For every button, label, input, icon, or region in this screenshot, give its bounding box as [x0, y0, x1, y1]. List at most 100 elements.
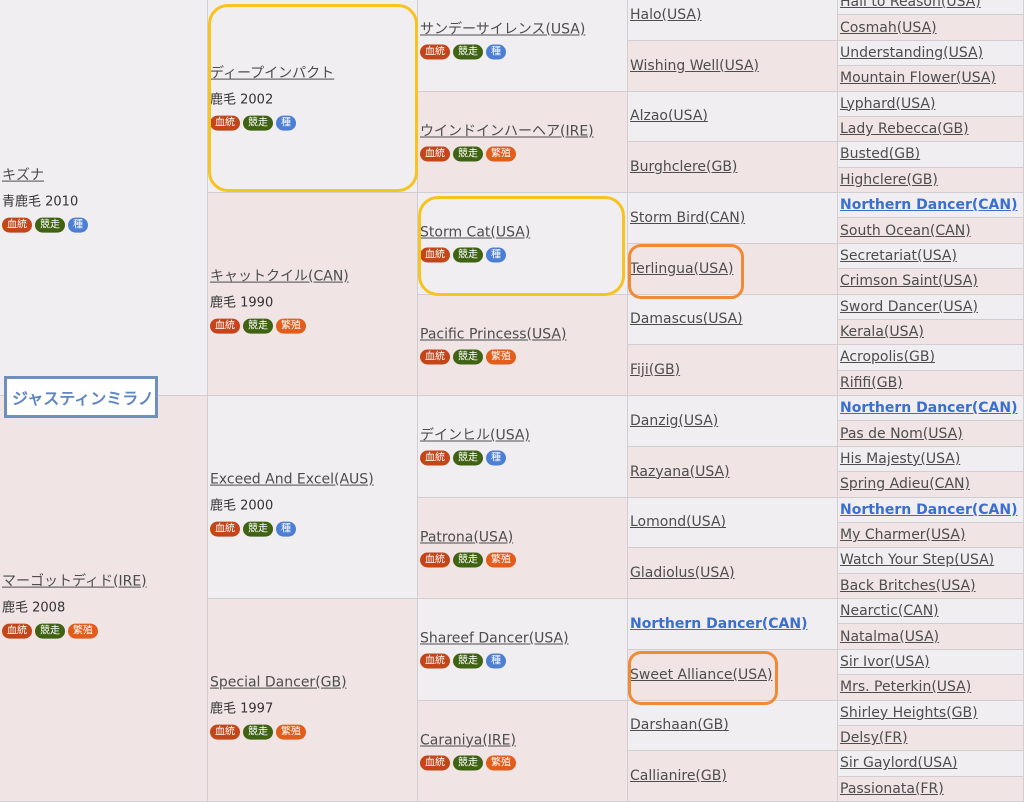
- race-badge[interactable]: 競走: [453, 248, 483, 263]
- seed-badge[interactable]: 種: [486, 451, 506, 466]
- blood-badge[interactable]: 血統: [2, 623, 32, 638]
- gen5-horse-link[interactable]: Pas de Nom(USA): [840, 425, 1021, 443]
- breed-badge[interactable]: 繁殖: [276, 319, 306, 334]
- blood-badge[interactable]: 血統: [420, 146, 450, 161]
- gen4-horse-link[interactable]: Razyana(USA): [630, 463, 835, 481]
- gen4-horse-link[interactable]: Halo(USA): [630, 6, 835, 24]
- gen4-horse-link[interactable]: Wishing Well(USA): [630, 57, 835, 75]
- race-badge[interactable]: 競走: [453, 349, 483, 364]
- breed-badge[interactable]: 繁殖: [486, 146, 516, 161]
- gen3-horse-link[interactable]: デインヒル(USA): [420, 427, 625, 445]
- race-badge[interactable]: 競走: [243, 116, 273, 131]
- gen5-horse-link[interactable]: South Ocean(CAN): [840, 222, 1021, 240]
- gen4-horse-link[interactable]: Alzao(USA): [630, 107, 835, 125]
- blood-badge[interactable]: 血統: [420, 552, 450, 567]
- gen5-horse-link[interactable]: Crimson Saint(USA): [840, 272, 1021, 290]
- gen5-horse-link[interactable]: Spring Adieu(CAN): [840, 475, 1021, 493]
- gen2-horse-link[interactable]: キャットクイル(CAN): [210, 268, 415, 286]
- race-badge[interactable]: 競走: [453, 146, 483, 161]
- race-badge[interactable]: 競走: [453, 451, 483, 466]
- gen5-horse-link[interactable]: Understanding(USA): [840, 44, 1021, 62]
- gen4-horse-link[interactable]: Storm Bird(CAN): [630, 209, 835, 227]
- blood-badge[interactable]: 血統: [420, 451, 450, 466]
- seed-badge[interactable]: 種: [68, 217, 88, 232]
- gen2-horse-link[interactable]: ディープインパクト: [210, 65, 415, 83]
- breed-badge[interactable]: 繁殖: [486, 755, 516, 770]
- gen5-horse-link[interactable]: Lyphard(USA): [840, 95, 1021, 113]
- gen4-horse-link[interactable]: Gladiolus(USA): [630, 564, 835, 582]
- gen4-horse-link[interactable]: Northern Dancer(CAN): [630, 615, 835, 633]
- gen5-horse-link[interactable]: Lady Rebecca(GB): [840, 120, 1021, 138]
- gen2-horse-link[interactable]: Special Dancer(GB): [210, 674, 415, 692]
- race-badge[interactable]: 競走: [453, 755, 483, 770]
- blood-badge[interactable]: 血統: [420, 248, 450, 263]
- gen4-horse-link[interactable]: Damascus(USA): [630, 310, 835, 328]
- gen5-horse-link[interactable]: Sir Gaylord(USA): [840, 754, 1021, 772]
- gen4-horse-link[interactable]: Lomond(USA): [630, 513, 835, 531]
- gen5-horse-link[interactable]: Sword Dancer(USA): [840, 298, 1021, 316]
- gen5-horse-link[interactable]: Hail to Reason(USA): [840, 0, 1021, 11]
- gen3-horse-link[interactable]: Pacific Princess(USA): [420, 325, 625, 343]
- gen5-horse-link[interactable]: My Charmer(USA): [840, 526, 1021, 544]
- gen3-horse-link[interactable]: Caraniya(IRE): [420, 731, 625, 749]
- race-badge[interactable]: 競走: [453, 654, 483, 669]
- race-badge[interactable]: 競走: [453, 552, 483, 567]
- breed-badge[interactable]: 繁殖: [486, 349, 516, 364]
- breed-badge[interactable]: 繁殖: [276, 725, 306, 740]
- blood-badge[interactable]: 血統: [420, 45, 450, 60]
- gen4-horse-link[interactable]: Burghclere(GB): [630, 158, 835, 176]
- gen4-horse-link[interactable]: Sweet Alliance(USA): [630, 666, 835, 684]
- gen4-horse-link[interactable]: Callianire(GB): [630, 767, 835, 785]
- gen5-horse-link[interactable]: Northern Dancer(CAN): [840, 501, 1021, 519]
- race-badge[interactable]: 競走: [35, 217, 65, 232]
- blood-badge[interactable]: 血統: [210, 319, 240, 334]
- gen5-horse-link[interactable]: Busted(GB): [840, 145, 1021, 163]
- blood-badge[interactable]: 血統: [210, 522, 240, 537]
- gen5-horse-link[interactable]: Natalma(USA): [840, 628, 1021, 646]
- race-badge[interactable]: 競走: [243, 319, 273, 334]
- gen5-horse-link[interactable]: Shirley Heights(GB): [840, 704, 1021, 722]
- blood-badge[interactable]: 血統: [2, 217, 32, 232]
- breed-badge[interactable]: 繁殖: [68, 623, 98, 638]
- gen5-horse-link[interactable]: Delsy(FR): [840, 729, 1021, 747]
- gen3-horse-link[interactable]: ウインドインハーヘア(IRE): [420, 122, 625, 140]
- gen1-horse-link[interactable]: マーゴットディド(IRE): [2, 572, 205, 590]
- gen5-horse-link[interactable]: Northern Dancer(CAN): [840, 196, 1021, 214]
- race-badge[interactable]: 競走: [453, 45, 483, 60]
- gen5-horse-link[interactable]: Kerala(USA): [840, 323, 1021, 341]
- race-badge[interactable]: 競走: [243, 725, 273, 740]
- blood-badge[interactable]: 血統: [420, 755, 450, 770]
- gen5-horse-link[interactable]: Northern Dancer(CAN): [840, 399, 1021, 417]
- gen3-horse-link[interactable]: Patrona(USA): [420, 528, 625, 546]
- gen4-horse-link[interactable]: Danzig(USA): [630, 412, 835, 430]
- gen2-horse-link[interactable]: Exceed And Excel(AUS): [210, 471, 415, 489]
- gen5-horse-link[interactable]: Acropolis(GB): [840, 348, 1021, 366]
- breed-badge[interactable]: 繁殖: [486, 552, 516, 567]
- gen5-horse-link[interactable]: Rififi(GB): [840, 374, 1021, 392]
- blood-badge[interactable]: 血統: [210, 116, 240, 131]
- gen5-horse-link[interactable]: His Majesty(USA): [840, 450, 1021, 468]
- gen5-horse-link[interactable]: Back Britches(USA): [840, 577, 1021, 595]
- seed-badge[interactable]: 種: [276, 522, 296, 537]
- gen5-horse-link[interactable]: Cosmah(USA): [840, 19, 1021, 37]
- blood-badge[interactable]: 血統: [210, 725, 240, 740]
- race-badge[interactable]: 競走: [243, 522, 273, 537]
- gen5-horse-link[interactable]: Sir Ivor(USA): [840, 653, 1021, 671]
- gen5-horse-link[interactable]: Highclere(GB): [840, 171, 1021, 189]
- race-badge[interactable]: 競走: [35, 623, 65, 638]
- gen4-horse-link[interactable]: Fiji(GB): [630, 361, 835, 379]
- seed-badge[interactable]: 種: [486, 45, 506, 60]
- blood-badge[interactable]: 血統: [420, 349, 450, 364]
- gen5-horse-link[interactable]: Watch Your Step(USA): [840, 551, 1021, 569]
- gen3-horse-link[interactable]: Storm Cat(USA): [420, 224, 625, 242]
- gen3-horse-link[interactable]: Shareef Dancer(USA): [420, 630, 625, 648]
- gen1-horse-link[interactable]: キズナ: [2, 166, 205, 184]
- gen5-horse-link[interactable]: Secretariat(USA): [840, 247, 1021, 265]
- gen4-horse-link[interactable]: Terlingua(USA): [630, 260, 835, 278]
- gen5-horse-link[interactable]: Passionata(FR): [840, 780, 1021, 798]
- gen4-horse-link[interactable]: Darshaan(GB): [630, 716, 835, 734]
- gen5-horse-link[interactable]: Mrs. Peterkin(USA): [840, 678, 1021, 696]
- seed-badge[interactable]: 種: [276, 116, 296, 131]
- gen5-horse-link[interactable]: Nearctic(CAN): [840, 602, 1021, 620]
- gen3-horse-link[interactable]: サンデーサイレンス(USA): [420, 21, 625, 39]
